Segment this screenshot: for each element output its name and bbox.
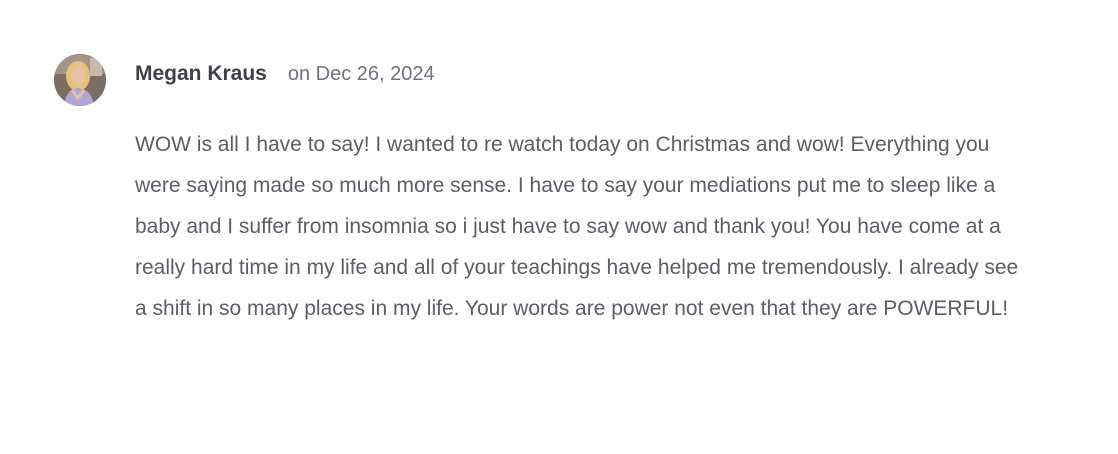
- comment-meta: Megan Kraus on Dec 26, 2024: [135, 62, 435, 88]
- author-name[interactable]: Megan Kraus: [135, 62, 267, 86]
- comment-text: WOW is all I have to say! I wanted to re…: [135, 133, 1019, 320]
- avatar[interactable]: [54, 54, 106, 106]
- comment-date: on Dec 26, 2024: [287, 63, 435, 85]
- comment: Megan Kraus on Dec 26, 2024 WOW is all I…: [0, 0, 1118, 454]
- user-avatar-photo-icon: [54, 54, 106, 106]
